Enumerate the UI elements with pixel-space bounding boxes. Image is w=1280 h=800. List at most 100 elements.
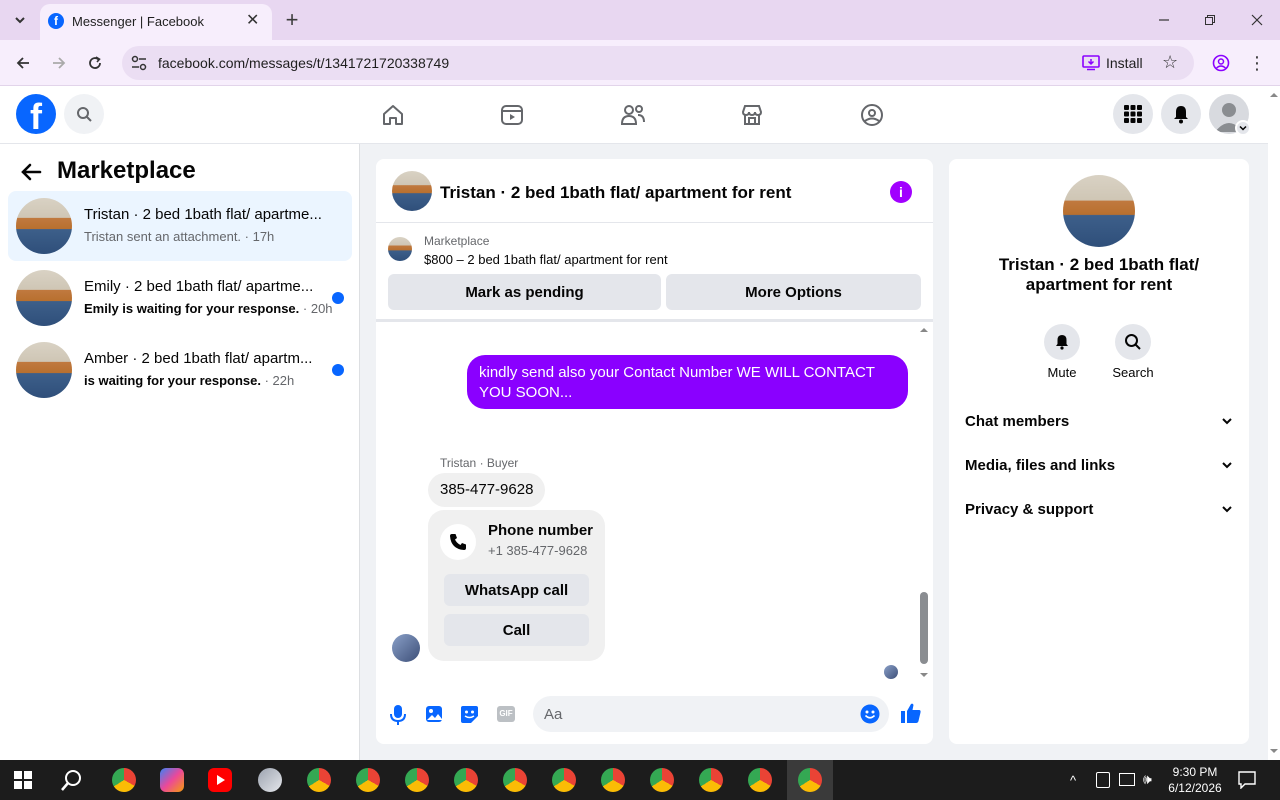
windows-start-icon[interactable] bbox=[14, 771, 32, 794]
chrome-taskbar-icon[interactable] bbox=[112, 768, 136, 792]
tab-close-icon[interactable]: ✕ bbox=[246, 10, 259, 30]
active-taskbar-item[interactable] bbox=[787, 760, 833, 800]
tab-search-icon[interactable] bbox=[6, 6, 34, 34]
close-window-icon[interactable] bbox=[1243, 6, 1271, 34]
contact-name: Tristan · 2 bed 1bath flat/ apartment fo… bbox=[998, 255, 1200, 294]
emoji-icon[interactable] bbox=[860, 704, 880, 729]
listing-description[interactable]: $800 – 2 bed 1bath flat/ apartment for r… bbox=[424, 252, 668, 267]
volume-icon[interactable]: 🕪 bbox=[1143, 771, 1152, 788]
bookmark-star-icon[interactable]: ☆ bbox=[1162, 52, 1178, 73]
network-icon[interactable] bbox=[1119, 773, 1135, 786]
restore-icon[interactable] bbox=[1196, 6, 1224, 34]
minimize-icon[interactable] bbox=[1150, 6, 1178, 34]
chrome-profile-taskbar-icon[interactable] bbox=[748, 768, 772, 792]
youtube-taskbar-icon[interactable] bbox=[208, 768, 232, 792]
chrome-profile-taskbar-icon[interactable] bbox=[650, 768, 674, 792]
sticker-icon[interactable] bbox=[460, 705, 479, 729]
search-label[interactable]: Search bbox=[1103, 365, 1163, 380]
mark-as-pending-button[interactable]: Mark as pending bbox=[388, 274, 661, 310]
gif-icon[interactable]: GIF bbox=[497, 706, 515, 722]
phone-number-card: Phone number +1 385-477-9628 WhatsApp ca… bbox=[428, 510, 605, 661]
notifications-bell-icon[interactable] bbox=[1161, 94, 1201, 134]
conversation-item[interactable]: Amber · 2 bed 1bath flat/ apartm... is w… bbox=[8, 335, 352, 405]
gaming-icon[interactable] bbox=[860, 103, 884, 132]
listing-thumbnail bbox=[16, 198, 72, 254]
facebook-logo-icon[interactable]: f bbox=[16, 94, 56, 134]
call-button[interactable]: Call bbox=[444, 614, 589, 646]
chevron-down-icon bbox=[1222, 506, 1232, 513]
chrome-profile-taskbar-icon[interactable] bbox=[601, 768, 625, 792]
like-thumbs-up-icon[interactable] bbox=[900, 702, 922, 729]
clock[interactable]: 9:30 PM 6/12/2026 bbox=[1160, 764, 1230, 796]
phone-card-title: Phone number bbox=[488, 522, 594, 539]
seen-avatar bbox=[884, 665, 898, 679]
omnibox[interactable]: facebook.com/messages/t/1341721720338749… bbox=[122, 46, 1194, 80]
conversation-item[interactable]: Emily · 2 bed 1bath flat/ apartme... Emi… bbox=[8, 263, 352, 333]
sender-avatar[interactable] bbox=[392, 634, 420, 662]
chrome-profile-taskbar-icon[interactable] bbox=[454, 768, 478, 792]
taskbar-search-icon[interactable] bbox=[61, 769, 83, 796]
reload-icon[interactable] bbox=[81, 49, 109, 77]
copilot-taskbar-icon[interactable] bbox=[160, 768, 184, 792]
forward-icon[interactable] bbox=[45, 49, 73, 77]
url-text[interactable]: facebook.com/messages/t/1341721720338749 bbox=[158, 55, 449, 71]
chrome-profile-taskbar-icon[interactable] bbox=[552, 768, 576, 792]
app-taskbar-icon[interactable] bbox=[258, 768, 282, 792]
chat-title[interactable]: Tristan · 2 bed 1bath flat/ apartment fo… bbox=[440, 183, 791, 203]
chevron-down-icon bbox=[1222, 462, 1232, 469]
messages-scrollbar[interactable] bbox=[919, 324, 929, 679]
tray-device-icon[interactable] bbox=[1096, 772, 1110, 788]
video-icon[interactable] bbox=[500, 103, 524, 132]
notification-center-icon[interactable] bbox=[1238, 771, 1256, 794]
info-icon[interactable]: i bbox=[890, 181, 912, 203]
friends-icon[interactable] bbox=[620, 103, 646, 132]
conversation-preview: Emily is waiting for your response. · 20… bbox=[84, 301, 333, 316]
chrome-profile-taskbar-icon[interactable] bbox=[307, 768, 331, 792]
privacy-support-section[interactable]: Privacy & support bbox=[965, 497, 1233, 521]
marketplace-icon[interactable] bbox=[740, 103, 764, 132]
media-files-links-section[interactable]: Media, files and links bbox=[965, 453, 1233, 477]
clock-time: 9:30 PM bbox=[1172, 765, 1218, 779]
chrome-profile-taskbar-icon[interactable] bbox=[699, 768, 723, 792]
conversation-info-panel: Tristan · 2 bed 1bath flat/ apartment fo… bbox=[949, 159, 1249, 744]
back-arrow-icon[interactable] bbox=[20, 162, 42, 187]
chat-avatar[interactable] bbox=[392, 171, 432, 211]
search-icon[interactable] bbox=[64, 94, 104, 134]
chrome-profile-taskbar-icon[interactable] bbox=[405, 768, 429, 792]
back-icon[interactable] bbox=[9, 49, 37, 77]
conversation-item[interactable]: Tristan · 2 bed 1bath flat/ apartme... T… bbox=[8, 191, 352, 261]
incoming-message-bubble[interactable]: 385-477-9628 bbox=[428, 473, 546, 507]
windows-taskbar: ^ 🕪 9:30 PM 6/12/2026 bbox=[0, 760, 1280, 800]
microphone-icon[interactable] bbox=[389, 704, 407, 731]
section-label: Privacy & support bbox=[965, 500, 1094, 518]
home-icon[interactable] bbox=[381, 103, 405, 132]
chrome-profile-taskbar-icon[interactable] bbox=[356, 768, 380, 792]
account-chevron-down-icon[interactable] bbox=[1235, 120, 1251, 136]
whatsapp-call-button[interactable]: WhatsApp call bbox=[444, 574, 589, 606]
photo-icon[interactable] bbox=[425, 705, 443, 728]
install-button[interactable]: Install bbox=[1074, 50, 1148, 76]
scrollbar-thumb[interactable] bbox=[920, 592, 928, 664]
chrome-profile-taskbar-icon[interactable] bbox=[503, 768, 527, 792]
new-tab-icon[interactable]: + bbox=[278, 6, 306, 34]
more-options-button[interactable]: More Options bbox=[666, 274, 921, 310]
profile-icon[interactable] bbox=[1207, 49, 1235, 77]
search-conversation-icon[interactable] bbox=[1115, 324, 1151, 360]
browser-tab[interactable]: f Messenger | Facebook ✕ bbox=[40, 4, 272, 40]
facebook-header: f bbox=[0, 86, 1268, 144]
tray-chevron-up-icon[interactable]: ^ bbox=[1070, 773, 1076, 788]
chrome-menu-icon[interactable]: ⋮ bbox=[1243, 49, 1271, 77]
message-input[interactable]: Aa bbox=[533, 696, 889, 732]
conversation-list-panel: Marketplace Tristan · 2 bed 1bath flat/ … bbox=[0, 144, 360, 760]
mute-bell-icon[interactable] bbox=[1044, 324, 1080, 360]
chrome-profile-taskbar-icon bbox=[798, 768, 822, 792]
outgoing-message-bubble[interactable]: kindly send also your Contact Number WE … bbox=[467, 355, 908, 409]
mute-label[interactable]: Mute bbox=[1032, 365, 1092, 380]
menu-grid-icon[interactable] bbox=[1113, 94, 1153, 134]
divider bbox=[376, 319, 933, 322]
phone-icon bbox=[440, 524, 476, 560]
section-label: Media, files and links bbox=[965, 456, 1116, 474]
site-settings-icon[interactable] bbox=[130, 54, 148, 77]
page-scrollbar[interactable] bbox=[1268, 86, 1280, 760]
chat-members-section[interactable]: Chat members bbox=[965, 409, 1233, 433]
